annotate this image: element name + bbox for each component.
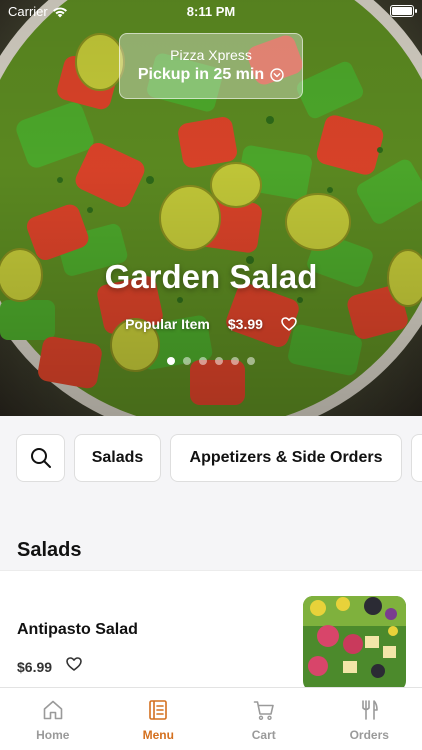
carousel-dot[interactable]: [167, 357, 175, 365]
tab-cart[interactable]: Cart: [211, 688, 317, 750]
menu-item-name: Antipasto Salad: [17, 621, 138, 638]
tab-cart-label: Cart: [251, 728, 276, 742]
menu-item-price-row: $6.99: [17, 657, 82, 676]
search-button[interactable]: [16, 434, 65, 482]
tab-orders-label: Orders: [349, 728, 389, 742]
tab-menu-label: Menu: [142, 728, 174, 742]
pickup-time-label: Pickup in 25 min: [137, 66, 265, 83]
featured-item-price: $3.99: [227, 316, 263, 332]
search-icon: [30, 448, 51, 468]
carousel-page-indicator[interactable]: [0, 357, 422, 365]
cutlery-icon: [362, 700, 379, 720]
carousel-dot[interactable]: [215, 357, 223, 365]
tab-home[interactable]: Home: [0, 688, 106, 750]
screen: Carrier 8:11 PM Pizza Xpress Pickup in 2…: [0, 0, 422, 750]
tab-bar: Home Menu Cart Orders: [0, 687, 422, 750]
menu-item[interactable]: Antipasto Salad $6.99: [0, 570, 422, 691]
status-time: 8:11 PM: [186, 4, 236, 19]
carousel-dot[interactable]: [183, 357, 191, 365]
battery-icon: [390, 5, 417, 17]
pickup-info-button[interactable]: Pizza Xpress Pickup in 25 min: [119, 33, 303, 99]
store-name: Pizza Xpress: [170, 47, 252, 63]
tab-orders[interactable]: Orders: [317, 688, 422, 750]
section-header: Salads: [0, 512, 422, 570]
featured-item-tag: Popular Item: [125, 316, 210, 332]
menu-item-price: $6.99: [17, 658, 53, 675]
menu-book-icon: [149, 700, 168, 720]
chevron-down-circle-icon: [270, 68, 284, 82]
heart-icon[interactable]: [66, 657, 82, 676]
category-appetizers[interactable]: Appetizers & Side Orders: [170, 434, 402, 482]
pickup-eta: Pickup in 25 min: [120, 66, 302, 84]
carousel-dot[interactable]: [231, 357, 239, 365]
tab-menu[interactable]: Menu: [106, 688, 212, 750]
section-title: Salads: [17, 539, 82, 561]
featured-item-meta: Popular Item $3.99: [0, 316, 422, 332]
home-icon: [43, 700, 63, 720]
tab-home-label: Home: [36, 728, 70, 742]
carousel-dot[interactable]: [199, 357, 207, 365]
category-salads[interactable]: Salads: [74, 434, 161, 482]
cart-icon: [253, 701, 274, 720]
carousel-dot[interactable]: [247, 357, 255, 365]
featured-item-title: Garden Salad: [104, 258, 318, 295]
status-bar: Carrier 8:11 PM: [0, 0, 422, 22]
hero-banner[interactable]: Carrier 8:11 PM Pizza Xpress Pickup in 2…: [0, 0, 422, 416]
category-next[interactable]: [411, 434, 422, 482]
menu-item-image: [303, 596, 406, 691]
favorite-heart-icon[interactable]: [281, 317, 297, 331]
category-bar: Salads Appetizers & Side Orders: [0, 416, 422, 512]
